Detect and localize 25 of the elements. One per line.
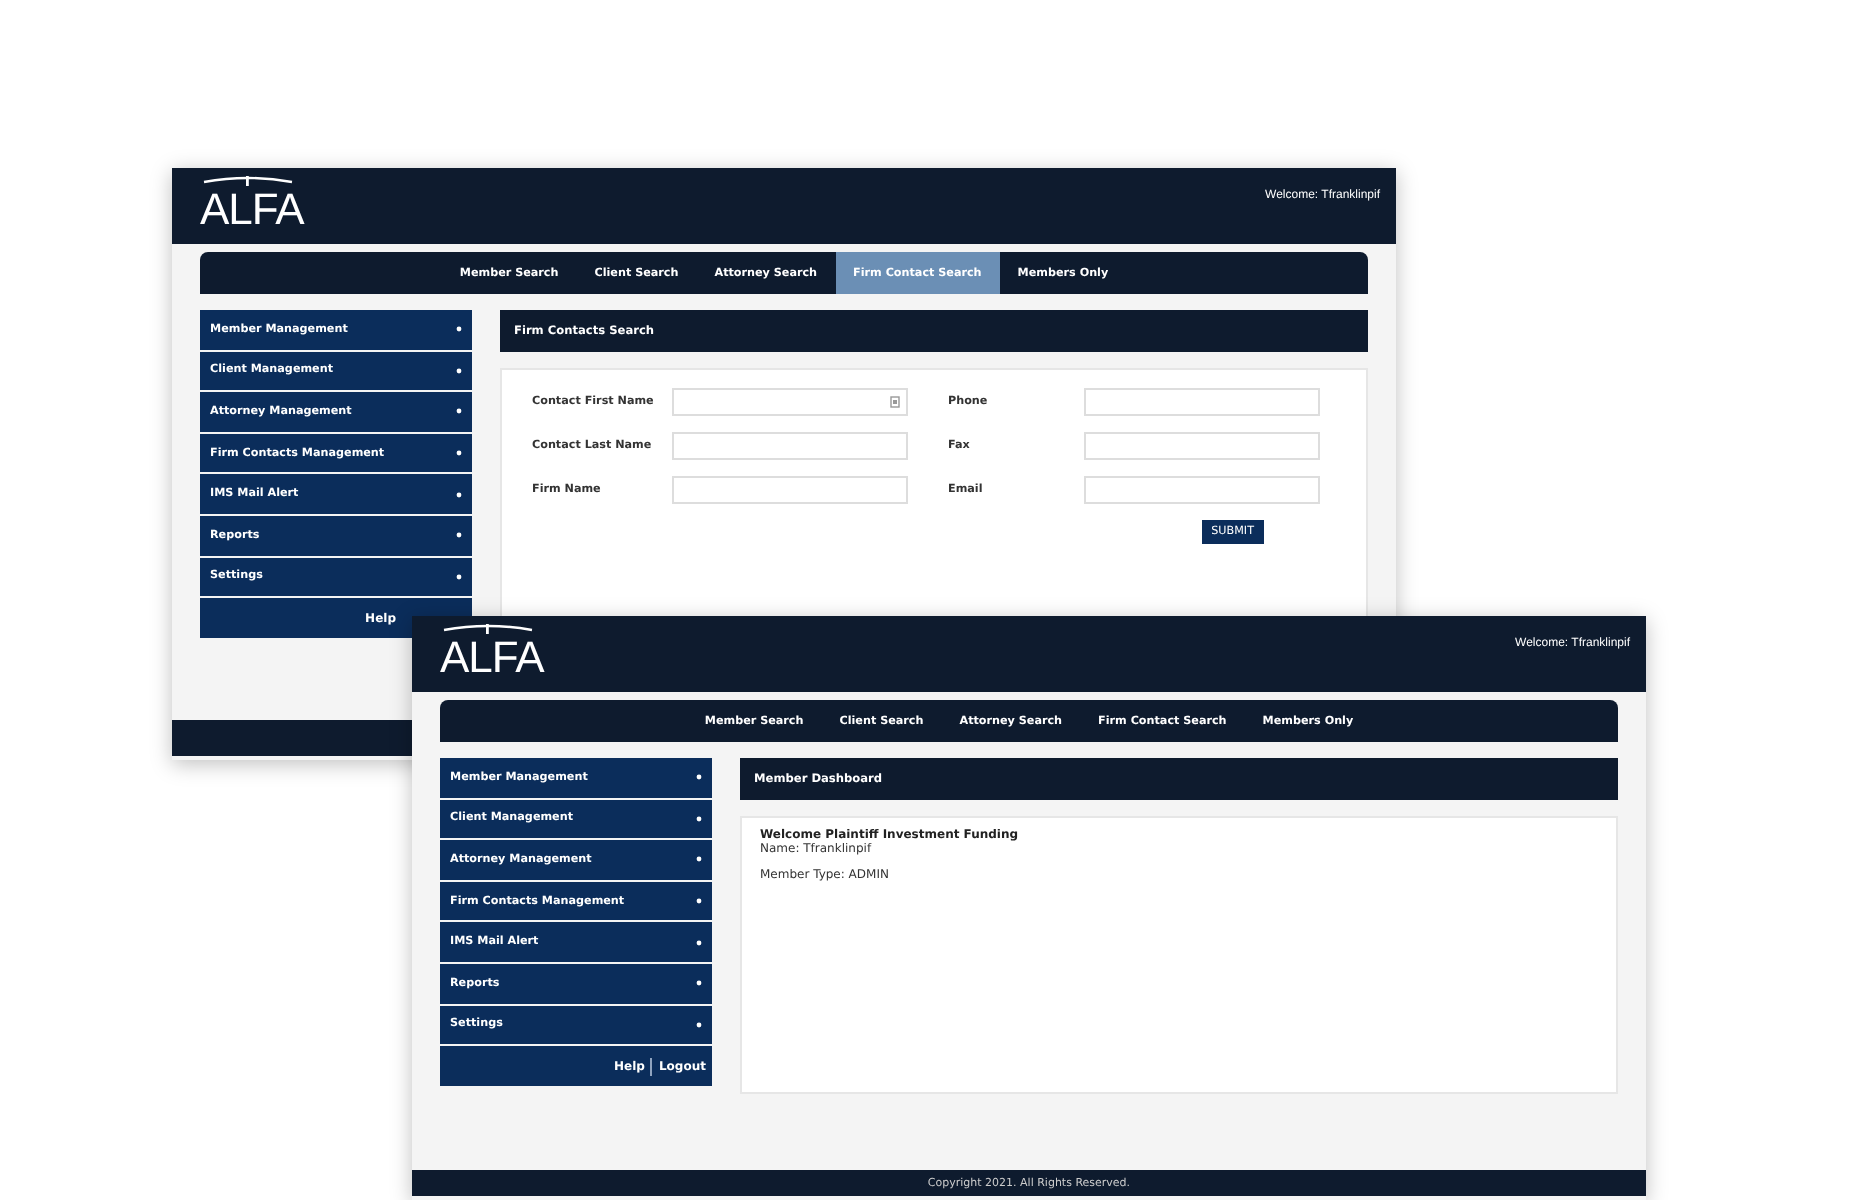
expand-icon bbox=[696, 815, 702, 822]
expand-icon bbox=[696, 1021, 702, 1028]
key-icon bbox=[890, 396, 900, 408]
input-field[interactable] bbox=[672, 476, 908, 504]
expand-icon bbox=[456, 491, 462, 498]
input-field[interactable] bbox=[672, 432, 908, 460]
expand-icon bbox=[456, 408, 462, 415]
logo: ALFA bbox=[440, 634, 544, 682]
expand-icon bbox=[696, 980, 702, 987]
input-field[interactable] bbox=[672, 388, 908, 416]
input-field[interactable] bbox=[1084, 476, 1320, 504]
expand-icon bbox=[456, 532, 462, 539]
expand-icon bbox=[696, 856, 702, 863]
expand-icon bbox=[696, 939, 702, 946]
scale-icon bbox=[440, 622, 536, 634]
expand-icon bbox=[696, 898, 702, 905]
expand-icon bbox=[456, 367, 462, 374]
logo: ALFA bbox=[200, 186, 304, 234]
input-field[interactable] bbox=[1084, 388, 1320, 416]
expand-icon bbox=[696, 774, 702, 781]
expand-icon bbox=[456, 450, 462, 457]
expand-icon bbox=[456, 326, 462, 333]
scale-icon bbox=[200, 174, 296, 186]
input-field[interactable] bbox=[1084, 432, 1320, 460]
expand-icon bbox=[456, 573, 462, 580]
